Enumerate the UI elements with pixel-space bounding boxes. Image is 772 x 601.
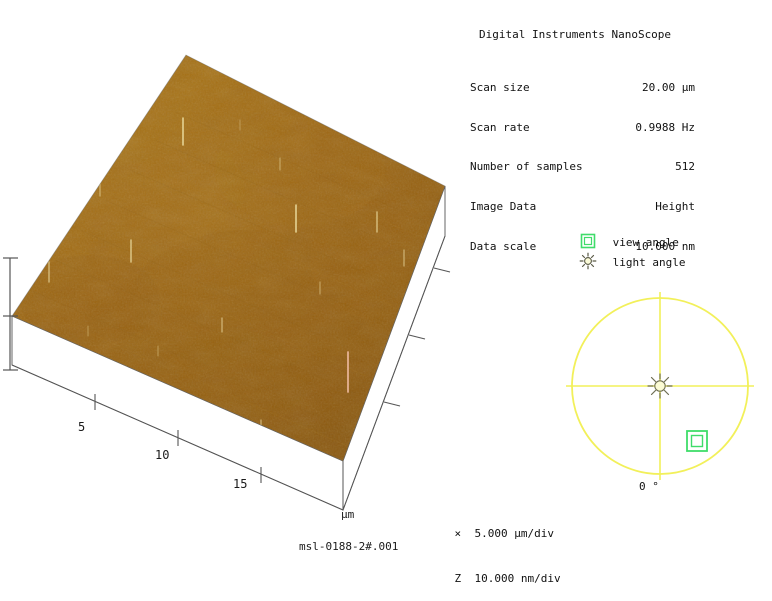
dial-light-angle-marker[interactable] xyxy=(647,373,673,399)
param-row: Image Data Height xyxy=(470,200,770,213)
param-row: Scan size 20.00 µm xyxy=(470,81,770,94)
x-axis-unit-label: µm xyxy=(341,508,355,521)
light-angle-sun-icon xyxy=(578,252,600,270)
angle-dial[interactable] xyxy=(560,276,760,496)
view-angle-label: view angle xyxy=(612,235,679,249)
angle-control-panel[interactable]: view angle light angle 0 ° xyxy=(560,228,770,508)
light-angle-label: light angle xyxy=(612,255,686,269)
param-row: Number of samples 512 xyxy=(470,160,770,173)
param-value: 512 xyxy=(675,160,695,174)
legend-view-angle[interactable]: view angle xyxy=(578,233,679,253)
afm-3d-surface-plot[interactable]: 5 10 15 µm xyxy=(0,0,470,564)
param-value: 0.9988 Hz xyxy=(635,120,695,134)
scale-legend: × 5.000 µm/div Z 10.000 nm/div xyxy=(428,481,561,586)
scale-axis-symbol-x: × xyxy=(454,527,462,540)
dial-view-angle-marker[interactable] xyxy=(686,430,708,452)
scale-value-x: 5.000 µm/div xyxy=(474,527,554,540)
param-row: Scan rate 0.9988 Hz xyxy=(470,121,770,134)
param-value: 20.00 µm xyxy=(642,81,695,95)
x-tick-label-5: 5 xyxy=(78,420,86,434)
filename-caption: msl-0188-2#.001 xyxy=(299,540,399,553)
x-tick-label-10: 10 xyxy=(155,448,170,462)
param-value: Height xyxy=(655,200,695,213)
scan-parameters-header: Digital Instruments NanoScope Scan size … xyxy=(470,2,770,266)
legend-light-angle[interactable]: light angle xyxy=(578,252,686,273)
x-tick-label-15: 15 xyxy=(233,477,248,491)
dial-zero-degree-label: 0 ° xyxy=(639,480,659,493)
scale-axis-symbol-z: Z xyxy=(454,572,462,585)
scale-row-x: × 5.000 µm/div xyxy=(428,511,561,540)
view-angle-square-icon xyxy=(578,232,600,250)
scale-value-z: 10.000 nm/div xyxy=(474,572,561,585)
instrument-title: Digital Instruments NanoScope xyxy=(479,28,672,42)
